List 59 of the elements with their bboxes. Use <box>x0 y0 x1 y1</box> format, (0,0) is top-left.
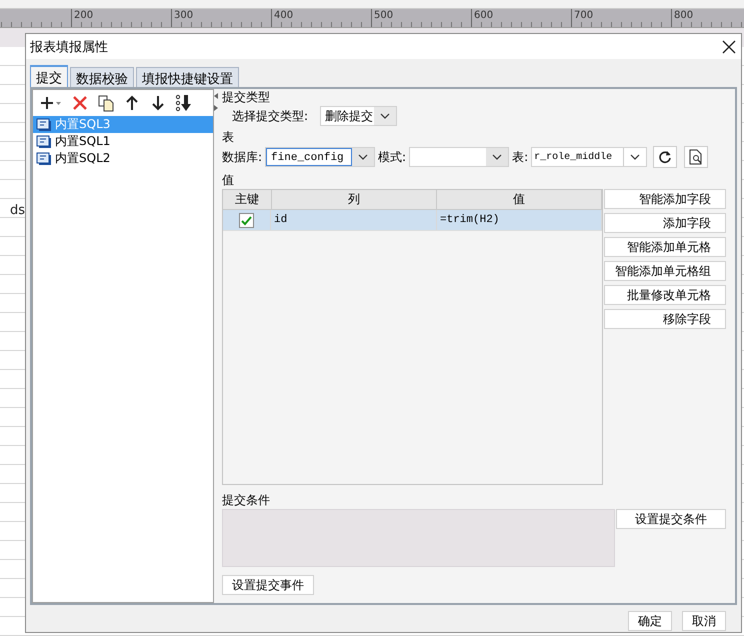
chevron-down-icon <box>492 154 502 160</box>
ruler-label: 700 <box>571 9 671 27</box>
cell-text: ds <box>10 203 26 218</box>
set-event-button[interactable]: 设置提交事件 <box>222 575 314 595</box>
section-heading: 提交类型 <box>222 90 271 104</box>
refresh-icon <box>658 150 672 164</box>
action-button[interactable]: 移除字段 <box>604 309 726 329</box>
preview-button[interactable] <box>684 146 708 168</box>
table-icon <box>36 134 52 148</box>
database-dropdown[interactable]: fine_config <box>265 147 376 167</box>
ruler-label: 800 <box>671 9 744 27</box>
set-condition-button[interactable]: 设置提交条件 <box>616 509 726 529</box>
action-button[interactable]: 智能添加字段 <box>604 189 726 209</box>
column-header: 主键 <box>223 190 272 209</box>
list-item[interactable]: 内置SQL2 <box>33 150 213 167</box>
table-icon <box>36 118 52 132</box>
section-heading: 值 <box>222 173 235 187</box>
action-button[interactable]: 智能添加单元格 <box>604 237 726 257</box>
ruler-label: 300 <box>171 9 271 27</box>
chevron-down-icon <box>630 154 640 160</box>
chevron-down-icon <box>358 154 368 160</box>
move-bottom-icon[interactable] <box>175 94 193 112</box>
tab[interactable]: 提交 <box>30 65 68 87</box>
action-button[interactable]: 添加字段 <box>604 213 726 233</box>
list-item[interactable]: 内置SQL1 <box>33 133 213 150</box>
column-header: 列 <box>272 190 438 209</box>
delete-icon[interactable] <box>71 94 89 112</box>
section-heading: 提交条件 <box>222 493 271 507</box>
dialog-button[interactable]: 取消 <box>682 611 726 631</box>
table-row[interactable]: id =trim(H2) <box>223 210 602 231</box>
field-label: 数据库: <box>222 148 262 166</box>
ruler-label: 600 <box>471 9 571 27</box>
tab[interactable]: 填报快捷键设置 <box>136 67 239 87</box>
table-cell: =trim(H2) <box>437 210 602 230</box>
field-label: 表: <box>512 148 528 166</box>
tab[interactable]: 数据校验 <box>70 67 134 87</box>
close-icon[interactable] <box>721 38 737 54</box>
ruler-label: 400 <box>271 9 371 27</box>
section-heading: 表 <box>222 130 235 144</box>
column-header: 值 <box>437 190 602 209</box>
refresh-button[interactable] <box>653 146 678 168</box>
field-label: 选择提交类型: <box>232 108 310 124</box>
action-button[interactable]: 智能添加单元格组 <box>604 261 726 281</box>
dialog-button[interactable]: 确定 <box>628 611 672 631</box>
table-cell: id <box>271 210 437 230</box>
add-icon[interactable] <box>39 94 63 112</box>
submit-type-dropdown[interactable]: 删除提交 <box>320 106 397 126</box>
checkbox[interactable] <box>239 213 254 228</box>
table-dropdown[interactable]: r_role_middle <box>531 147 648 167</box>
field-label: 模式: <box>378 148 406 166</box>
window-title: 报表填报属性 <box>30 38 108 56</box>
copy-icon[interactable] <box>97 94 115 112</box>
document-search-icon <box>689 149 704 165</box>
table-icon <box>36 152 52 166</box>
ruler-label: 200 <box>71 9 171 27</box>
splitter-arrows-icon[interactable] <box>214 92 219 112</box>
ruler-label: 500 <box>371 9 471 27</box>
action-button[interactable]: 批量修改单元格 <box>604 285 726 305</box>
chevron-down-icon <box>380 113 390 119</box>
